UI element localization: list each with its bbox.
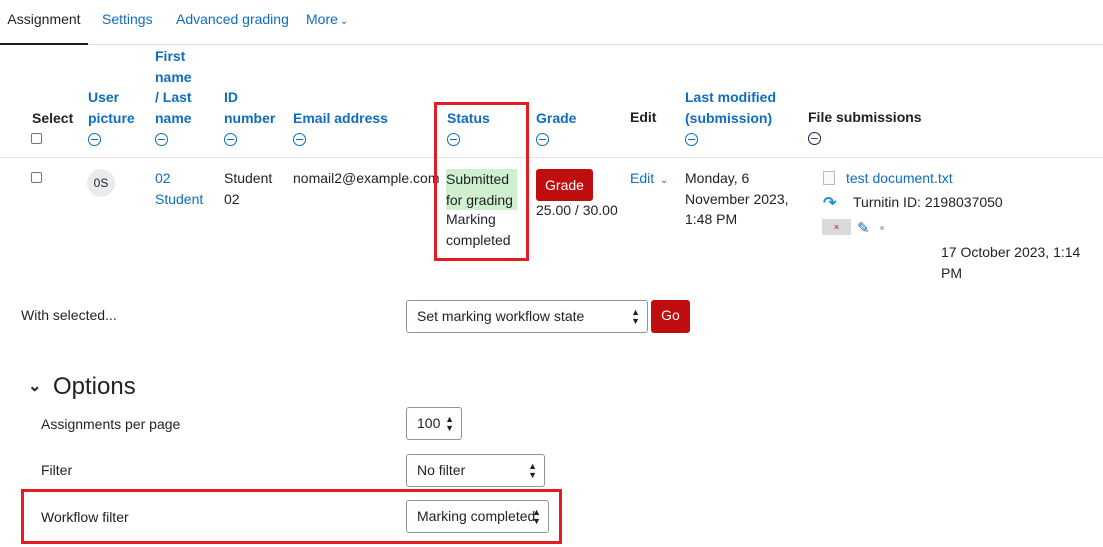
header-grade[interactable]: Grade bbox=[536, 108, 576, 149]
tab-label: Assignment bbox=[7, 11, 81, 27]
turnitin-icon: ↷ bbox=[823, 195, 837, 212]
row-select-checkbox[interactable] bbox=[31, 172, 42, 183]
broken-image-icon: × bbox=[822, 219, 851, 235]
tab-more[interactable]: More ⌄ bbox=[306, 0, 348, 44]
date-line: November 2023, bbox=[685, 190, 789, 207]
grade-button[interactable]: Grade bbox=[536, 169, 593, 201]
name-line: Student bbox=[155, 190, 204, 207]
id-line: 02 bbox=[224, 190, 240, 207]
avatar[interactable]: 0S bbox=[87, 169, 115, 197]
select-arrows-icon: ▲ ▼ bbox=[528, 460, 537, 480]
date-line: 1:48 PM bbox=[685, 211, 738, 227]
collapse-column-icon[interactable] bbox=[155, 132, 168, 146]
header-divider bbox=[0, 157, 1103, 158]
select-value: 100 bbox=[417, 415, 441, 431]
per-page-select[interactable]: 100 ▲ ▼ bbox=[406, 407, 462, 440]
collapse-column-icon[interactable] bbox=[685, 132, 698, 146]
header-email[interactable]: Email address bbox=[293, 108, 388, 149]
header-text: (submission) bbox=[685, 109, 773, 126]
header-text: User bbox=[88, 89, 120, 105]
date-line: Monday, 6 bbox=[685, 170, 750, 186]
last-modified-cell: Monday, 6 November 2023, 1:48 PM bbox=[685, 168, 789, 230]
select-value: Set marking workflow state bbox=[417, 308, 585, 324]
header-edit: Edit bbox=[630, 109, 657, 125]
options-heading[interactable]: Options bbox=[53, 373, 136, 401]
header-user-picture[interactable]: User picture bbox=[88, 87, 135, 149]
collapse-column-icon[interactable] bbox=[293, 133, 306, 147]
tab-assignment[interactable]: Assignment bbox=[0, 0, 88, 45]
with-selected-label: With selected... bbox=[21, 307, 117, 323]
header-text: picture bbox=[88, 109, 135, 126]
header-select: Select bbox=[32, 110, 74, 126]
header-text: Last modified bbox=[685, 89, 777, 105]
collapse-column-icon[interactable] bbox=[808, 132, 821, 146]
pencil-icon[interactable]: ✎ bbox=[857, 219, 870, 237]
per-page-label: Assignments per page bbox=[41, 416, 181, 432]
header-text: ID bbox=[224, 89, 238, 105]
collapse-column-icon[interactable] bbox=[224, 132, 237, 146]
header-text: First bbox=[155, 48, 186, 64]
tab-label: Advanced grading bbox=[176, 11, 289, 27]
chevron-down-icon: ⌄ bbox=[339, 16, 349, 27]
collapse-column-icon[interactable] bbox=[536, 133, 549, 147]
file-link[interactable]: test document.txt bbox=[846, 168, 953, 189]
bulk-action-select[interactable]: Set marking workflow state ▲ ▼ bbox=[406, 300, 648, 333]
header-text: name bbox=[155, 109, 192, 126]
id-number-cell: Student 02 bbox=[224, 168, 272, 209]
filter-label: Filter bbox=[41, 462, 73, 478]
turnitin-id: Turnitin ID: 2198037050 bbox=[853, 194, 1003, 210]
header-text: name bbox=[155, 68, 192, 85]
email-cell: nomail2@example.com bbox=[293, 170, 440, 186]
tab-settings[interactable]: Settings bbox=[102, 0, 153, 44]
collapse-column-icon[interactable] bbox=[88, 132, 101, 146]
header-file-submissions: File submissions bbox=[808, 107, 922, 148]
select-arrows-icon: ▲ ▼ bbox=[445, 413, 454, 433]
edit-label: Edit bbox=[630, 170, 655, 186]
header-text: / Last bbox=[155, 89, 192, 105]
dot-icon bbox=[880, 226, 884, 230]
edit-menu[interactable]: Edit ⌄ bbox=[630, 168, 668, 192]
chevron-down-icon[interactable]: ⌄ bbox=[28, 376, 41, 396]
header-text: number bbox=[224, 109, 276, 126]
tab-label: Settings bbox=[102, 11, 153, 27]
header-id-number[interactable]: ID number bbox=[224, 87, 275, 149]
select-arrows-icon: ▲ ▼ bbox=[631, 306, 640, 326]
go-button[interactable]: Go bbox=[651, 300, 690, 333]
header-text: Grade bbox=[536, 110, 577, 126]
header-text: Email address bbox=[293, 110, 388, 126]
name-line: 02 bbox=[155, 170, 171, 186]
header-name[interactable]: First name / Last name bbox=[155, 46, 192, 149]
filter-select[interactable]: No filter ▲ ▼ bbox=[406, 454, 545, 487]
grade-value: 25.00 / 30.00 bbox=[536, 202, 618, 218]
status-highlight-box bbox=[434, 102, 529, 261]
tab-label: More bbox=[306, 11, 338, 27]
workflow-highlight-box bbox=[21, 489, 562, 544]
file-icon bbox=[823, 171, 835, 185]
chevron-down-icon: ⌄ bbox=[660, 175, 669, 186]
header-last-modified[interactable]: Last modified (submission) bbox=[685, 87, 776, 149]
student-name-link[interactable]: 02 Student bbox=[155, 168, 203, 209]
header-text: File submissions bbox=[808, 109, 922, 125]
tab-advanced-grading[interactable]: Advanced grading bbox=[176, 0, 289, 44]
secondary-nav: Assignment Settings Advanced grading Mor… bbox=[0, 0, 1103, 45]
file-date: 17 October 2023, 1:14 PM bbox=[941, 244, 1081, 281]
id-line: Student bbox=[224, 170, 273, 186]
select-value: No filter bbox=[417, 462, 466, 478]
select-all-checkbox[interactable] bbox=[31, 133, 42, 144]
